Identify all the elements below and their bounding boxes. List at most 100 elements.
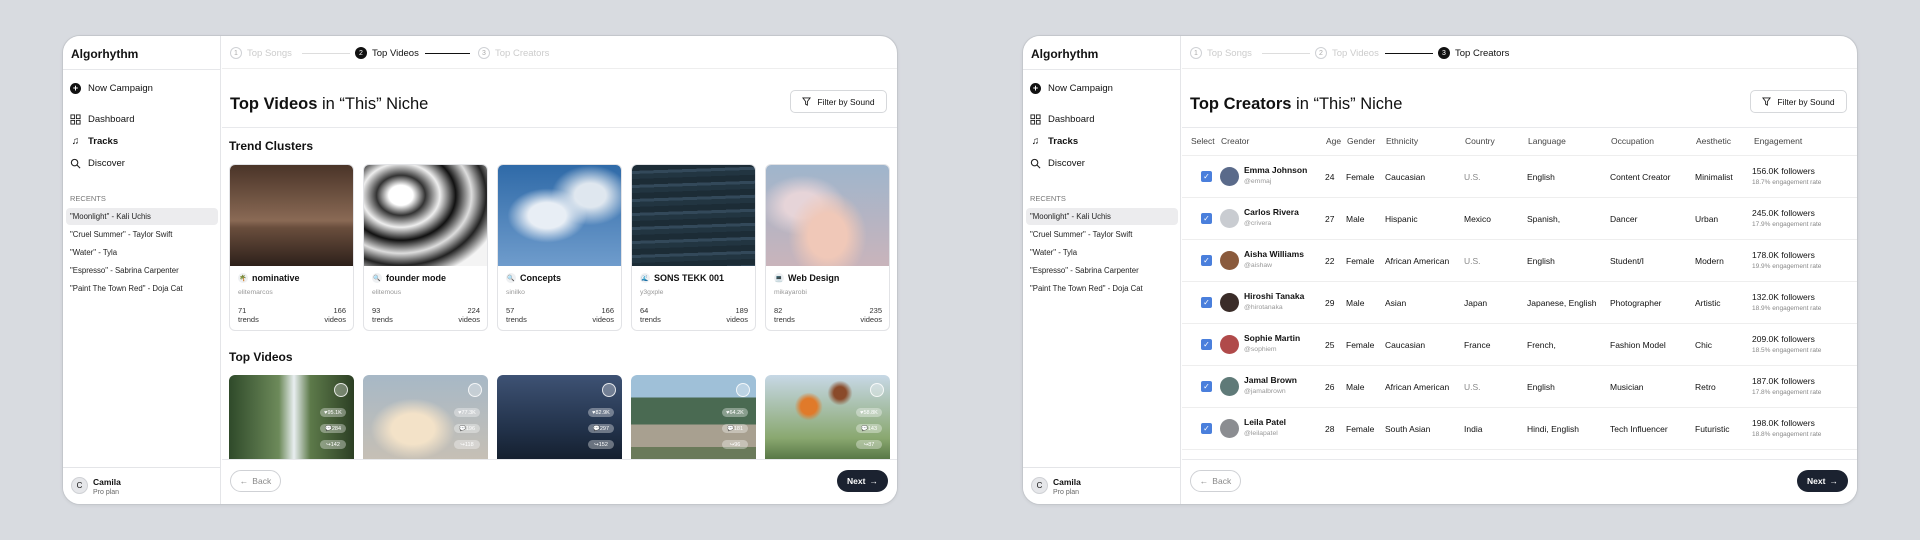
column-header[interactable]: Language <box>1528 136 1566 146</box>
recent-item[interactable]: "Espresso" - Sabrina Carpenter <box>1026 262 1178 279</box>
recent-item[interactable]: "Cruel Summer" - Taylor Swift <box>1026 226 1178 243</box>
recent-item[interactable]: "Moonlight" - Kali Uchis <box>1026 208 1178 225</box>
back-button[interactable]: ← Back <box>1190 470 1241 492</box>
cell-gender: Female <box>1346 256 1375 266</box>
column-header[interactable]: Aesthetic <box>1696 136 1731 146</box>
recent-item[interactable]: "Moonlight" - Kali Uchis <box>66 208 218 225</box>
column-header[interactable]: Age <box>1326 136 1341 146</box>
cell-country: India <box>1464 424 1483 434</box>
avatar <box>1220 293 1239 312</box>
creator-name: Jamal Brown <box>1244 375 1297 385</box>
cell-language: French, <box>1527 340 1556 350</box>
tree-icon: 🌴 <box>238 273 248 283</box>
column-header[interactable]: Occupation <box>1611 136 1654 146</box>
creator-handle: @emmaj <box>1244 178 1272 185</box>
step-top-creators[interactable]: 3 Top Creators <box>478 47 549 59</box>
select-checkbox[interactable]: ✓ <box>1201 381 1212 392</box>
recent-item[interactable]: "Water" - Tyla <box>66 244 218 261</box>
user-profile[interactable]: C Camila Pro plan <box>1023 467 1180 504</box>
engagement-rate: 19.9% engagement rate <box>1752 263 1822 270</box>
cell-occupation: Musician <box>1610 382 1644 392</box>
table-row[interactable]: ✓ Jamal Brown @jamalbrown 26 Male African Ame… <box>1182 366 1857 408</box>
music-note-icon: ♫ <box>1031 135 1040 147</box>
video-thumbnail[interactable]: ♥ 77.3K 💬 196 ↪ 118 <box>363 375 488 465</box>
followers-count: 187.0K followers <box>1752 376 1815 386</box>
column-header[interactable]: Engagement <box>1754 136 1802 146</box>
select-checkbox[interactable]: ✓ <box>1201 423 1212 434</box>
video-thumbnail[interactable]: ♥ 82.9K 💬 297 ↪ 152 <box>497 375 622 465</box>
cluster-card[interactable]: 💻 Web Design mikayarobi 82 trends 235 video… <box>765 164 890 331</box>
video-thumbnail[interactable]: ♥ 95.1K 💬 284 ↪ 142 <box>229 375 354 465</box>
column-header[interactable]: Country <box>1465 136 1495 146</box>
recent-item[interactable]: "Paint The Town Red" - Doja Cat <box>66 280 218 297</box>
main-content: 1 Top Songs 2 Top Videos 3 Top Creators Top… <box>1182 36 1857 504</box>
creator-avatar <box>468 383 482 397</box>
comments-badge: 💬 181 <box>722 424 748 433</box>
cell-gender: Male <box>1346 382 1365 392</box>
next-button[interactable]: Next → <box>1797 470 1848 492</box>
engagement-rate: 18.9% engagement rate <box>1752 305 1822 312</box>
table-row[interactable]: ✓ Aisha Williams @aishaw 22 Female African Am… <box>1182 240 1857 282</box>
column-header[interactable]: Select <box>1191 136 1215 146</box>
table-row[interactable]: ✓ Emma Johnson @emmaj 24 Female Caucasian U.S.… <box>1182 156 1857 198</box>
video-thumbnail[interactable]: ♥ 58.8K 💬 143 ↪ 87 <box>765 375 890 465</box>
new-campaign-button[interactable]: + Now Campaign <box>1030 80 1113 96</box>
column-header[interactable]: Ethnicity <box>1386 136 1418 146</box>
column-header[interactable]: Creator <box>1221 136 1249 146</box>
step-top-songs[interactable]: 1 Top Songs <box>230 47 292 59</box>
select-checkbox[interactable]: ✓ <box>1201 255 1212 266</box>
sidebar-item-discover[interactable]: Discover <box>1030 155 1085 171</box>
step-top-videos[interactable]: 2 Top Videos <box>355 47 419 59</box>
followers-count: 178.0K followers <box>1752 250 1815 260</box>
sidebar-item-discover[interactable]: Discover <box>70 155 125 171</box>
cell-ethnicity: Hispanic <box>1385 214 1418 224</box>
next-button[interactable]: Next → <box>837 470 888 492</box>
cluster-card[interactable]: 🔍 Concepts sinilko 57 trends 166 videos <box>497 164 622 331</box>
cluster-card[interactable]: 🔍 founder mode elitemous 93 trends 224 vide… <box>363 164 488 331</box>
sidebar-item-dashboard[interactable]: Dashboard <box>1030 111 1094 127</box>
step-top-videos[interactable]: 2 Top Videos <box>1315 47 1379 59</box>
sidebar-item-dashboard[interactable]: Dashboard <box>70 111 134 127</box>
cell-ethnicity: Caucasian <box>1385 172 1426 182</box>
cell-age: 28 <box>1325 424 1335 434</box>
recent-item[interactable]: "Water" - Tyla <box>1026 244 1178 261</box>
step-top-creators[interactable]: 3 Top Creators <box>1438 47 1509 59</box>
user-profile[interactable]: C Camila Pro plan <box>63 467 220 504</box>
new-campaign-button[interactable]: + Now Campaign <box>70 80 153 96</box>
table-row[interactable]: ✓ Hiroshi Tanaka @hirotanaka 29 Male Asian Jap… <box>1182 282 1857 324</box>
table-row[interactable]: ✓ Carlos Rivera @crivera 27 Male Hispanic Mexi… <box>1182 198 1857 240</box>
select-checkbox[interactable]: ✓ <box>1201 339 1212 350</box>
recent-item[interactable]: "Cruel Summer" - Taylor Swift <box>66 226 218 243</box>
creator-name: Carlos Rivera <box>1244 207 1299 217</box>
step-top-songs[interactable]: 1 Top Songs <box>1190 47 1252 59</box>
shares-badge: ↪ 142 <box>320 440 346 449</box>
select-checkbox[interactable]: ✓ <box>1201 171 1212 182</box>
cell-age: 26 <box>1325 382 1335 392</box>
filter-icon <box>802 97 812 106</box>
video-thumbnail[interactable]: ♥ 64.2K 💬 181 ↪ 96 <box>631 375 756 465</box>
back-button[interactable]: ← Back <box>230 470 281 492</box>
cell-language: Hindi, English <box>1527 424 1579 434</box>
arrow-right-icon: → <box>869 476 878 486</box>
recent-item[interactable]: "Espresso" - Sabrina Carpenter <box>66 262 218 279</box>
followers-count: 245.0K followers <box>1752 208 1815 218</box>
column-header[interactable]: Gender <box>1347 136 1375 146</box>
cluster-card[interactable]: 🌊 SONS TEKK 001 y3gxple 64 trends 189 video… <box>631 164 756 331</box>
cell-age: 25 <box>1325 340 1335 350</box>
sidebar-item-tracks[interactable]: ♫ Tracks <box>70 133 118 149</box>
comments-badge: 💬 284 <box>320 424 346 433</box>
cell-aesthetic: Chic <box>1695 340 1713 350</box>
table-row[interactable]: ✓ Sophie Martin @sophiem 25 Female Caucasian F… <box>1182 324 1857 366</box>
filter-by-sound-button[interactable]: Filter by Sound <box>1750 90 1847 113</box>
recent-item[interactable]: "Paint The Town Red" - Doja Cat <box>1026 280 1178 297</box>
sidebar-item-tracks[interactable]: ♫ Tracks <box>1030 133 1078 149</box>
select-checkbox[interactable]: ✓ <box>1201 297 1212 308</box>
filter-icon <box>1762 97 1772 106</box>
cluster-card[interactable]: 🌴 nominative elitemarcos 71 trends 166 vide… <box>229 164 354 331</box>
avatar <box>1220 167 1239 186</box>
user-plan: Pro plan <box>93 489 120 496</box>
cell-occupation: Student/I <box>1610 256 1645 266</box>
select-checkbox[interactable]: ✓ <box>1201 213 1212 224</box>
filter-by-sound-button[interactable]: Filter by Sound <box>790 90 887 113</box>
table-row[interactable]: ✓ Leila Patel @leilapatel 28 Female South Asi… <box>1182 408 1857 450</box>
